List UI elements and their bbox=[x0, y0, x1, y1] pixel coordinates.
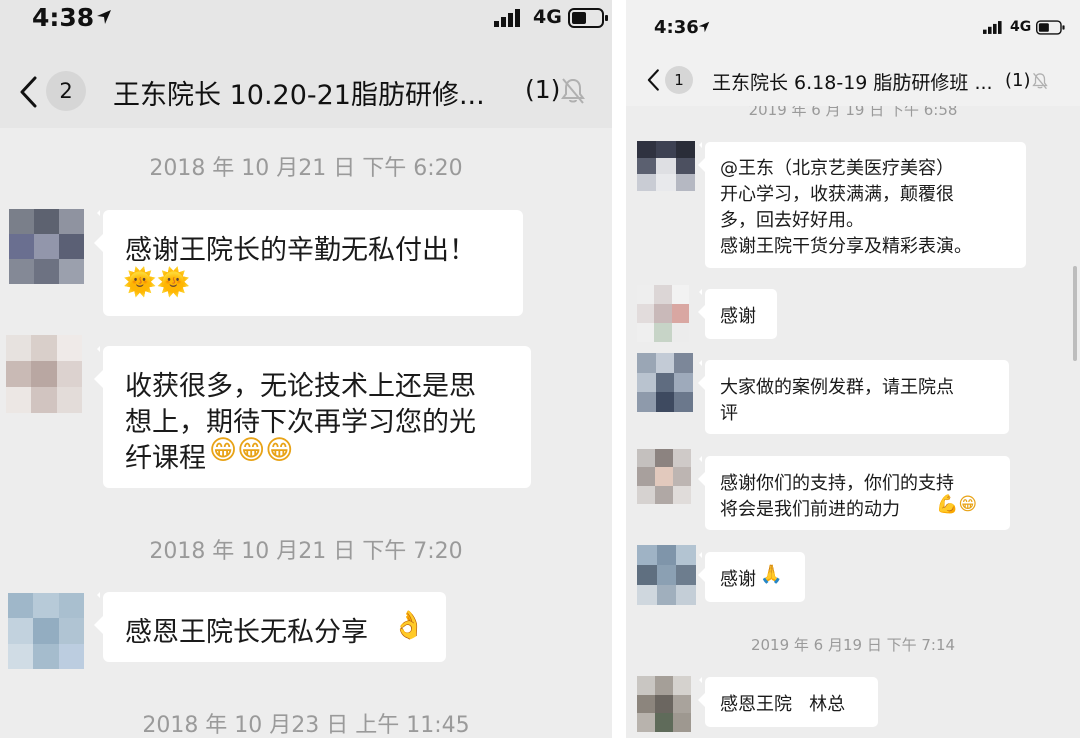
status-time: 4:36 bbox=[654, 17, 699, 38]
message-line: 开心学习，收获满满，颠覆很 bbox=[720, 184, 954, 205]
bubble-arrow bbox=[94, 616, 103, 634]
message-timestamp: 2018 年 10 月21 日 下午 7:20 bbox=[149, 539, 463, 564]
sender-avatar[interactable] bbox=[637, 141, 695, 191]
sender-avatar[interactable] bbox=[637, 285, 689, 342]
network-label: 4G bbox=[1010, 19, 1032, 35]
member-count: (1) bbox=[525, 75, 561, 104]
location-arrow-icon bbox=[97, 10, 111, 24]
battery-icon bbox=[1036, 20, 1065, 35]
grin-emoji-icon: 😁😁😁 bbox=[209, 435, 294, 466]
muted-bell-icon bbox=[561, 78, 585, 104]
back-chevron-icon[interactable] bbox=[646, 69, 660, 91]
bubble-arrow bbox=[698, 568, 705, 582]
sender-avatar[interactable] bbox=[8, 593, 84, 669]
folded-hands-emoji-icon: 🙏 bbox=[760, 564, 783, 585]
chat-title: 王东院长 6.18-19 脂肪研修班 ... bbox=[712, 72, 993, 94]
message-line: @王东（北京艺美医疗美容） bbox=[720, 158, 954, 179]
unread-count-badge[interactable]: 1 bbox=[665, 66, 693, 94]
right-chat-screen: 4:36 4G 1 王东院长 6.18-19 脂肪研修班 ... (1) 201… bbox=[626, 0, 1080, 738]
message-line: 感谢 bbox=[720, 306, 756, 327]
message-bubble[interactable]: 感恩王院 林总 bbox=[698, 677, 878, 727]
message-timestamp: 2018 年 10 月21 日 下午 6:20 bbox=[149, 156, 463, 181]
message-timestamp: 2018 年 10 月23 日 上午 11:45 bbox=[142, 713, 470, 738]
message-bubble[interactable]: 收获很多，无论技术上还是思 想上，期待下次再学习您的光 纤课程 😁😁😁 bbox=[94, 346, 531, 488]
status-time: 4:38 bbox=[32, 3, 95, 32]
sender-avatar[interactable] bbox=[637, 545, 696, 605]
message-line: 感谢 bbox=[720, 569, 756, 590]
message-line: 收获很多，无论技术上还是思 bbox=[125, 371, 476, 402]
message-bubble[interactable]: 感谢你们的支持，你们的支持 将会是我们前进的动力 💪😁 bbox=[698, 456, 1010, 530]
scrollbar[interactable] bbox=[1073, 266, 1077, 361]
bubble-arrow bbox=[698, 693, 705, 707]
message-line: 评 bbox=[720, 403, 738, 424]
message-line: 多，回去好好用。 bbox=[720, 210, 864, 231]
message-line: 想上，期待下次再学习您的光 bbox=[125, 407, 476, 438]
sender-avatar[interactable] bbox=[637, 353, 693, 412]
bubble-arrow bbox=[94, 370, 103, 388]
muted-bell-icon bbox=[1032, 72, 1048, 90]
unread-count-badge[interactable]: 2 bbox=[46, 71, 86, 111]
bubble-arrow bbox=[94, 234, 103, 252]
bubble-arrow bbox=[698, 158, 705, 172]
location-arrow-icon bbox=[698, 21, 710, 33]
sender-avatar[interactable] bbox=[637, 676, 691, 732]
message-text: 感谢王院长的辛勤无私付出！ bbox=[125, 235, 476, 266]
message-line: 纤课程 bbox=[125, 443, 206, 474]
sender-avatar[interactable] bbox=[637, 449, 691, 504]
left-chat-screen: 4:38 4G 2 王东院长 10.20-21脂肪研修... (1) 2018 … bbox=[0, 0, 612, 738]
message-bubble[interactable]: 感谢 🙏 bbox=[698, 552, 805, 602]
bubble-arrow bbox=[698, 305, 705, 319]
member-count: (1) bbox=[1005, 70, 1031, 91]
message-bubble[interactable]: 大家做的案例发群，请王院点 评 bbox=[698, 360, 1009, 434]
sender-avatar[interactable] bbox=[9, 209, 84, 284]
bubble-arrow bbox=[698, 376, 705, 390]
message-timestamp: 2019 年 6 月19 日 下午 7:14 bbox=[750, 636, 956, 654]
message-bubble[interactable]: 感恩王院长无私分享 👌 bbox=[94, 592, 446, 662]
chat-title: 王东院长 10.20-21脂肪研修... bbox=[113, 80, 485, 111]
back-chevron-icon[interactable] bbox=[18, 76, 38, 108]
message-bubble[interactable]: @王东（北京艺美医疗美容） 开心学习，收获满满，颠覆很 多，回去好好用。 感谢王… bbox=[698, 142, 1026, 268]
network-label: 4G bbox=[533, 6, 562, 28]
message-line: 将会是我们前进的动力 bbox=[720, 499, 900, 520]
bubble-arrow bbox=[698, 472, 705, 486]
message-bubble[interactable]: 感谢王院长的辛勤无私付出！ 🌞🌞 bbox=[94, 210, 523, 316]
sender-avatar[interactable] bbox=[6, 335, 82, 413]
battery-icon bbox=[568, 8, 608, 28]
message-line: 感谢王院干货分享及精彩表演。 bbox=[720, 236, 972, 257]
ok-hand-emoji-icon: 👌 bbox=[392, 610, 426, 641]
message-line: 大家做的案例发群，请王院点 bbox=[720, 377, 954, 398]
message-bubble[interactable]: 感谢 bbox=[698, 289, 777, 339]
message-text: 感恩王院长无私分享 bbox=[125, 617, 368, 648]
message-line: 感恩王院 林总 bbox=[720, 694, 846, 715]
signal-strength-icon bbox=[494, 9, 520, 27]
message-line: 感谢你们的支持，你们的支持 bbox=[720, 473, 954, 494]
signal-strength-icon bbox=[983, 21, 1002, 34]
sun-emoji-icon: 🌞🌞 bbox=[123, 267, 191, 298]
muscle-grin-emoji-icon: 💪😁 bbox=[936, 494, 978, 515]
